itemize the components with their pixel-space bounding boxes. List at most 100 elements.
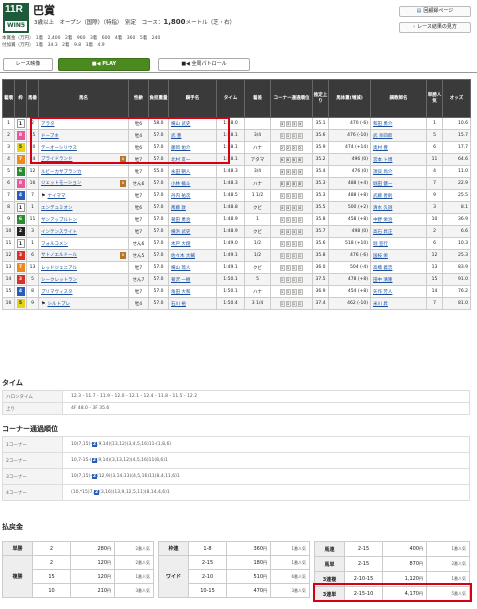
- jockey-link[interactable]: 横浜 武史: [171, 230, 190, 235]
- currency-unit: 円: [263, 559, 267, 565]
- horse-name-link[interactable]: エンデュミオン: [41, 206, 73, 211]
- payout-amount-cell: 470円: [226, 583, 271, 598]
- waku-cell: 5: [14, 297, 27, 310]
- horse-name-link[interactable]: サトノエルドール: [41, 253, 77, 258]
- margin-cell: [244, 117, 271, 130]
- jockey-link[interactable]: 木戸 大翔: [171, 242, 190, 247]
- trainer-cell: 宮本 ト博: [370, 153, 427, 166]
- payout-popularity: 3番人気: [114, 583, 154, 598]
- result-row: 5 6 12 ルビーカサブランカ 牝7 55.0 永田 朝人 1:48.3 3/4 4 4 4 4 35.…: [2, 165, 471, 178]
- horse-name-cell: ⚑ ナイママ: [38, 189, 129, 202]
- corner-position: 1: [285, 276, 291, 283]
- horse-number-cell: 9: [26, 297, 39, 310]
- corner-position: 6: [297, 156, 303, 163]
- trainer-link[interactable]: 国枝 栄: [373, 254, 388, 259]
- jockey-link[interactable]: 横山 琉人: [171, 266, 190, 271]
- jockey-link[interactable]: 角田 大和: [171, 290, 190, 295]
- time-cell: 1:50.1: [216, 273, 245, 286]
- payout-amount: 120: [97, 559, 107, 566]
- jockey-link[interactable]: 石川 裕: [171, 302, 186, 307]
- jockey-link[interactable]: 菊田 勇治: [171, 218, 190, 223]
- time-cell: 1:49.0: [216, 237, 245, 250]
- trainer-link[interactable]: 堀 宣行: [373, 242, 388, 247]
- corner-position: 8: [279, 180, 285, 187]
- trainer-link[interactable]: 宮本 ト博: [373, 158, 392, 163]
- horse-name-link[interactable]: レッドジェニアル: [41, 266, 77, 271]
- info-value-text: 10(7,15)-: [71, 474, 92, 479]
- last-3f-cell: 35.5: [312, 201, 329, 214]
- trainer-link[interactable]: 高橋 義忠: [373, 266, 392, 271]
- trainer-link[interactable]: 奥村 豊: [373, 146, 388, 151]
- corner-position: 1: [291, 240, 297, 247]
- jockey-link[interactable]: 永田 朝人: [171, 170, 190, 175]
- waku-badge: 5: [16, 143, 25, 152]
- last-3f-cell: 37.4: [312, 297, 329, 310]
- horse-number-cell: 1: [26, 237, 39, 250]
- corner-position: 4: [291, 204, 297, 211]
- corner-position: 1: [297, 264, 303, 271]
- horse-name-link[interactable]: シルトプレ: [47, 302, 70, 307]
- jockey-link[interactable]: 斎藤 敦: [171, 206, 186, 211]
- horse-name-link[interactable]: フォルコメン: [41, 242, 68, 247]
- trainer-link[interactable]: 堀田 健一: [373, 182, 392, 187]
- horse-name-link[interactable]: シークレットラン: [41, 278, 77, 283]
- result-row: 13 7 13 レッドジェニアル 牡7 57.0 横山 琉人 1:49.1 クビ 1 1 1 1 36.0…: [2, 261, 471, 274]
- horse-name-cell: エンデュミオン: [38, 201, 129, 214]
- horse-name-link[interactable]: ナイママ: [47, 194, 65, 199]
- jockey-link[interactable]: 小林 脩斗: [171, 182, 190, 187]
- last-3f-cell: 35.2: [312, 153, 329, 166]
- how-to-read-results-button[interactable]: › レース結果の見方: [399, 22, 471, 33]
- horse-name-link[interactable]: ジェットモーション: [41, 181, 81, 186]
- payout-popularity: 6番人気: [270, 569, 310, 584]
- trainer-link[interactable]: 武 幸四郎: [373, 134, 392, 139]
- trainer-link[interactable]: 武藤 善則: [373, 194, 392, 199]
- currency-unit: 円: [107, 587, 111, 593]
- trainer-link[interactable]: 中野 栄治: [373, 218, 392, 223]
- trainer-link[interactable]: 和田 勇介: [373, 122, 392, 127]
- horse-name-link[interactable]: サンアップルトン: [41, 218, 77, 223]
- info-value-text: 12.3 - 11.7 - 11.9 - 12.0 - 12.1 - 12.4 …: [71, 394, 198, 399]
- body-weight-cell: 518 (+10): [328, 237, 371, 250]
- trainer-link[interactable]: 矢作 芳人: [373, 290, 392, 295]
- bet-type: 馬単: [314, 556, 345, 572]
- corner-position: 4: [291, 168, 297, 175]
- play-button[interactable]: ■◀ PLAY: [58, 58, 150, 71]
- result-row: 15 4 8 プリマヴィスタ 牡7 57.0 角田 大和 1:50.1 ハナ 1 1 1 1 36.9 45…: [2, 285, 471, 298]
- trainer-link[interactable]: 高石 昇正: [373, 230, 392, 235]
- trainer-link[interactable]: 須貝 尚介: [373, 170, 392, 175]
- waku-cell: 6: [14, 213, 27, 226]
- info-label: 4コーナー: [2, 484, 63, 501]
- corner-position: 1: [291, 132, 297, 139]
- horse-name-link[interactable]: ルビーカサブランカ: [41, 170, 82, 175]
- info-value-text: (10,*15)7,: [71, 490, 94, 495]
- header-cell: 馬名: [38, 79, 129, 118]
- odds-cell: 6.6: [442, 225, 471, 238]
- horse-name-link[interactable]: プリマヴィスタ: [41, 290, 73, 295]
- result-row: 10 2 3 インテンスライト 牡7 57.0 横浜 武史 1:48.9 クビ 4 4 4 4 35.7 4…: [2, 225, 471, 238]
- trainer-link[interactable]: 清水 久詞: [373, 206, 392, 211]
- horse-name-link[interactable]: インテンスライト: [41, 230, 77, 235]
- payout-amount: 280: [97, 545, 107, 552]
- memoir-page-button[interactable]: ▤ 回顧録ページ: [399, 6, 471, 17]
- trainer-link[interactable]: 田中 清隆: [373, 278, 392, 283]
- flag-icon: ⚑: [41, 300, 46, 307]
- jockey-link[interactable]: 菊沢 一樹: [171, 278, 190, 283]
- popularity-cell: 1: [426, 117, 443, 130]
- last-3f-cell: 35.6: [312, 129, 329, 142]
- jockey-cell: 菊沢 一樹: [168, 273, 217, 286]
- rank-cell: 3: [2, 141, 15, 154]
- corner-position: 1: [297, 252, 303, 259]
- combination: 15: [32, 569, 71, 584]
- race-video-tab[interactable]: レース映像: [3, 58, 53, 71]
- trainer-cell: 和田 勇介: [370, 117, 427, 130]
- result-row: 6 8 16 ジェットモーション B せん6 57.0 小林 脩斗 1:48.3 ハナ 8 8 8 8 35…: [2, 177, 471, 190]
- jockey-link[interactable]: 佐々木 大輔: [171, 254, 195, 259]
- patrol-video-button[interactable]: ■◀ 全周パトロール: [158, 58, 250, 71]
- corner-cell: 4334: [270, 117, 313, 130]
- jockey-link[interactable]: 丹内 祐次: [171, 194, 190, 199]
- waku-cell: 1: [14, 237, 27, 250]
- currency-unit: 円: [263, 587, 267, 593]
- combination: 2-15: [344, 556, 383, 572]
- trainer-link[interactable]: 米川 昇: [373, 302, 388, 307]
- payout-amount: 180: [253, 559, 263, 566]
